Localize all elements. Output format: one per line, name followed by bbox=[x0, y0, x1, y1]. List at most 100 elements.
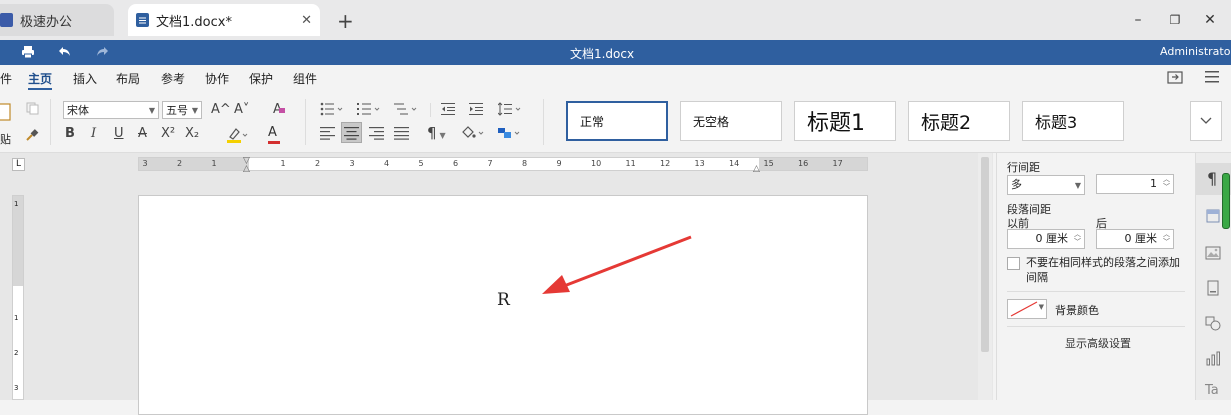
subscript-button[interactable]: X₂ bbox=[185, 125, 199, 143]
style-no-spacing[interactable]: 无空格 bbox=[680, 101, 782, 141]
spacing-before-input[interactable]: 0 厘米 ︿ ﹀ bbox=[1007, 229, 1085, 249]
tab-strip: 极速办公 文档1.docx* ✕ + – ❐ ✕ bbox=[0, 0, 1231, 40]
clear-format-button[interactable]: A bbox=[273, 101, 285, 119]
left-indent-marker[interactable]: △ bbox=[243, 164, 250, 174]
ruler-number: 9 bbox=[556, 159, 562, 168]
font-name-select[interactable]: 宋体 ▼ bbox=[63, 101, 159, 119]
borders-icon[interactable] bbox=[497, 125, 525, 144]
style-heading1[interactable]: 标题1 bbox=[794, 101, 896, 141]
bold-button[interactable]: B bbox=[65, 125, 75, 143]
superscript-button[interactable]: X² bbox=[161, 125, 175, 143]
shrink-font-button[interactable]: A˅ bbox=[234, 101, 249, 119]
paste-icon[interactable] bbox=[0, 101, 12, 124]
minimize-button[interactable]: – bbox=[1130, 12, 1146, 28]
strikethrough-button[interactable]: A bbox=[138, 125, 147, 143]
align-right-icon[interactable] bbox=[369, 126, 385, 143]
spinner-arrows-icon[interactable]: ︿ ﹀ bbox=[1074, 230, 1081, 246]
menu-plugins[interactable]: 组件 bbox=[293, 70, 317, 87]
menu-file[interactable]: 件 bbox=[0, 70, 12, 87]
justify-icon[interactable] bbox=[394, 126, 410, 143]
spacing-after-input[interactable]: 0 厘米 ︿ ﹀ bbox=[1096, 229, 1174, 249]
copy-icon[interactable] bbox=[26, 102, 39, 118]
header-footer-icon[interactable] bbox=[1205, 208, 1223, 226]
active-tab-underline bbox=[28, 88, 52, 90]
tab-stop-selector[interactable]: L bbox=[12, 158, 25, 171]
open-location-icon[interactable] bbox=[1167, 70, 1183, 87]
ruler-number: 8 bbox=[522, 159, 528, 168]
grow-font-button[interactable]: A^ bbox=[211, 101, 231, 119]
app-logo-icon bbox=[0, 13, 13, 27]
menu-layout[interactable]: 布局 bbox=[116, 70, 140, 87]
title-bar: 文档1.docx Administrator bbox=[0, 40, 1231, 65]
show-advanced-settings-link[interactable]: 显示高级设置 bbox=[1065, 335, 1131, 351]
vertical-ruler[interactable]: 1 1 2 3 bbox=[12, 195, 24, 400]
underline-button[interactable]: U bbox=[114, 125, 124, 143]
italic-button[interactable]: I bbox=[91, 125, 96, 143]
background-color-label: 背景颜色 bbox=[1055, 304, 1099, 317]
decrease-indent-icon[interactable] bbox=[441, 102, 455, 119]
hamburger-menu-icon[interactable] bbox=[1205, 71, 1219, 86]
shading-fill-icon[interactable] bbox=[460, 125, 488, 144]
multilevel-list-icon[interactable] bbox=[394, 102, 420, 119]
ruler-number: 16 bbox=[798, 159, 809, 168]
close-window-button[interactable]: ✕ bbox=[1202, 12, 1218, 28]
menu-home[interactable]: 主页 bbox=[28, 70, 52, 87]
spinner-arrows-icon[interactable]: ︿ ﹀ bbox=[1163, 175, 1170, 191]
menu-insert[interactable]: 插入 bbox=[73, 70, 97, 87]
page-settings-icon[interactable] bbox=[1205, 280, 1223, 298]
numbered-list-icon[interactable] bbox=[357, 102, 383, 119]
document-page[interactable]: R bbox=[138, 195, 868, 415]
right-indent-marker[interactable]: △ bbox=[753, 164, 760, 174]
no-space-checkbox[interactable] bbox=[1007, 257, 1020, 270]
document-text[interactable]: R bbox=[497, 290, 510, 310]
line-spacing-icon[interactable] bbox=[497, 102, 524, 119]
ruler-number: 15 bbox=[763, 159, 774, 168]
line-spacing-value-input[interactable]: 1 ︿ ﹀ bbox=[1096, 174, 1174, 194]
font-color-button[interactable]: A bbox=[268, 125, 280, 144]
document-title: 文档1.docx bbox=[569, 47, 635, 61]
close-tab-icon[interactable]: ✕ bbox=[301, 13, 312, 28]
font-size-select[interactable]: 五号 ▼ bbox=[162, 101, 202, 119]
scrollbar-thumb[interactable] bbox=[981, 157, 989, 352]
bullet-list-icon[interactable] bbox=[320, 102, 346, 119]
menu-protect[interactable]: 保护 bbox=[249, 70, 273, 87]
ruler-number: 3 bbox=[349, 159, 355, 168]
ruler-margin-right bbox=[759, 158, 867, 170]
align-center-icon[interactable] bbox=[341, 122, 362, 143]
spinner-arrows-icon[interactable]: ︿ ﹀ bbox=[1163, 230, 1170, 246]
text-art-icon[interactable]: Ta bbox=[1205, 383, 1223, 401]
divider bbox=[305, 99, 306, 145]
new-tab-button[interactable]: + bbox=[337, 9, 354, 33]
tab-document[interactable]: 文档1.docx* ✕ bbox=[128, 4, 320, 36]
no-space-checkbox-label: 不要在相同样式的段落之间添加间隔 bbox=[1026, 256, 1180, 284]
horizontal-ruler[interactable]: 3 2 1 1 2 3 4 5 6 7 8 9 10 11 12 13 14 15 16 17 ▽ △ △ bbox=[138, 156, 868, 174]
restore-button[interactable]: ❐ bbox=[1167, 12, 1183, 28]
vruler-number: 1 bbox=[14, 200, 19, 208]
shape-settings-icon[interactable] bbox=[1205, 315, 1223, 333]
line-spacing-value: 1 bbox=[1150, 177, 1157, 190]
line-spacing-mode-select[interactable]: 多 ▼ bbox=[1007, 175, 1085, 195]
highlight-color-icon[interactable] bbox=[226, 126, 248, 147]
style-heading3[interactable]: 标题3 bbox=[1022, 101, 1124, 141]
chart-settings-icon[interactable] bbox=[1205, 350, 1223, 368]
ribbon-toolbar: 贴 宋体 ▼ 五号 ▼ A^ A˅ A B I U A X² X₂ A ¶ ▼ … bbox=[0, 91, 1231, 153]
style-heading2-label: 标题2 bbox=[921, 111, 972, 134]
vruler-number: 1 bbox=[14, 314, 19, 322]
styles-expand-button[interactable] bbox=[1190, 101, 1222, 141]
image-settings-icon[interactable] bbox=[1205, 245, 1223, 263]
tab-jisu-office[interactable]: 极速办公 bbox=[0, 4, 114, 36]
format-painter-icon[interactable] bbox=[25, 128, 39, 145]
red-arrow-annotation bbox=[542, 235, 692, 294]
style-normal[interactable]: 正常 bbox=[566, 101, 668, 141]
paragraph-mark-icon[interactable]: ¶ ▼ bbox=[427, 124, 446, 142]
paste-label: 贴 bbox=[0, 133, 11, 146]
background-color-picker[interactable]: ▼ bbox=[1007, 299, 1047, 319]
ruler-number: 3 bbox=[142, 159, 148, 168]
increase-indent-icon[interactable] bbox=[469, 102, 483, 119]
menu-collaborate[interactable]: 协作 bbox=[205, 70, 229, 87]
align-left-icon[interactable] bbox=[320, 126, 336, 143]
vertical-scrollbar[interactable] bbox=[978, 153, 992, 400]
style-heading2[interactable]: 标题2 bbox=[908, 101, 1010, 141]
user-name[interactable]: Administrator bbox=[1160, 45, 1231, 58]
menu-references[interactable]: 参考 bbox=[161, 70, 185, 87]
